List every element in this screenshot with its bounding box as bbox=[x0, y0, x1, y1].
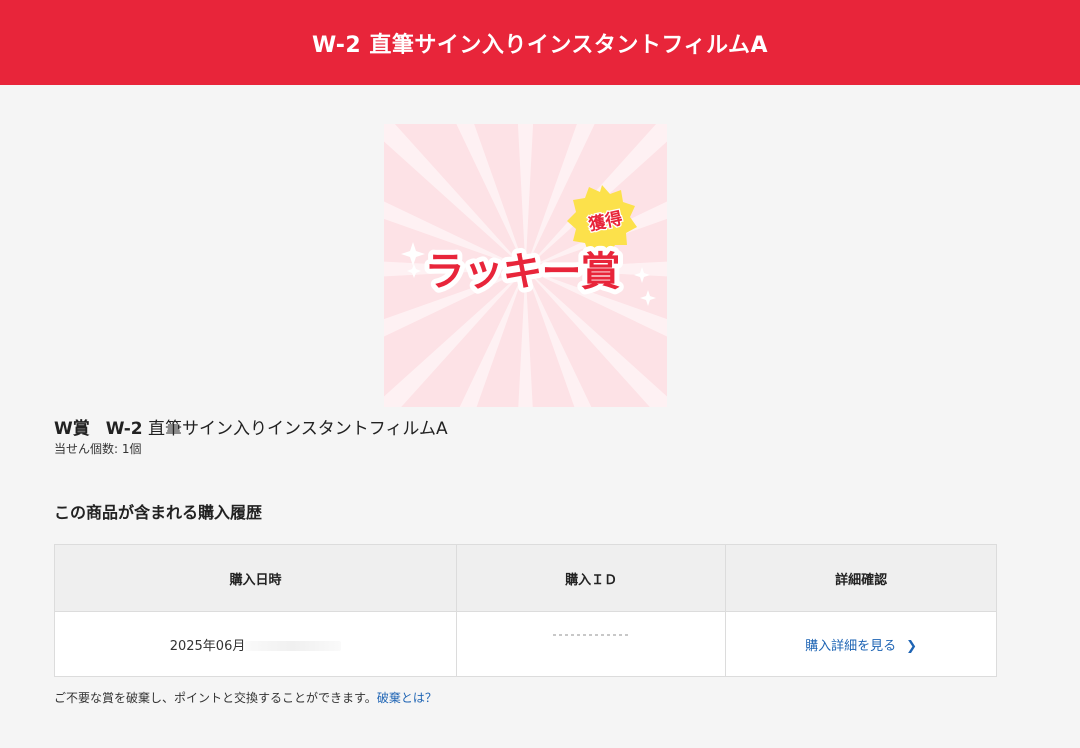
purchase-date: 2025年06月 bbox=[169, 638, 246, 654]
masked-purchase-id bbox=[553, 634, 630, 636]
view-purchase-detail-link[interactable]: 購入詳細を見る ❯ bbox=[805, 639, 917, 654]
table-header-row: 購入日時 購入ＩＤ 詳細確認 bbox=[53, 544, 997, 612]
prize-count: 当せん個数: 1個 bbox=[54, 442, 142, 456]
detail-link-label: 購入詳細を見る bbox=[805, 638, 897, 654]
prize-code: W-2 bbox=[105, 419, 143, 439]
history-heading: この商品が含まれる購入履歴 bbox=[54, 503, 263, 522]
column-header-id: 購入ＩＤ bbox=[456, 544, 727, 612]
history-table: 購入日時 購入ＩＤ 詳細確認 2025年06月 購入詳細を見る ❯ bbox=[53, 544, 997, 677]
purchase-id-cell bbox=[456, 611, 727, 677]
what-is-discard-link[interactable]: 破棄とは？ bbox=[377, 691, 437, 705]
prize-name-text: 直筆サイン入りインスタントフィルムA bbox=[142, 419, 448, 439]
detail-cell: 購入詳細を見る ❯ bbox=[725, 611, 997, 677]
table-row: 2025年06月 購入詳細を見る ❯ bbox=[53, 611, 997, 677]
column-header-detail: 詳細確認 bbox=[725, 544, 997, 612]
column-header-date: 購入日時 bbox=[53, 544, 458, 612]
page-header: W-2 直筆サイン入りインスタントフィルムA bbox=[0, 0, 1080, 85]
prize-rank: W賞 bbox=[54, 419, 90, 439]
prize-info: W賞 W-2 直筆サイン入りインスタントフィルムA 当せん個数: 1個 bbox=[54, 417, 448, 457]
prize-image: 獲得 ラッキー賞 bbox=[384, 124, 667, 407]
purchase-date-cell: 2025年06月 bbox=[53, 611, 458, 677]
discard-note-text: ご不要な賞を破棄し、ポイントと交換することができます。 bbox=[54, 691, 377, 705]
discard-note: ご不要な賞を破棄し、ポイントと交換することができます。破棄とは？ bbox=[54, 689, 437, 706]
page-title: W-2 直筆サイン入りインスタントフィルムA bbox=[311, 32, 769, 58]
chevron-right-icon: ❯ bbox=[906, 638, 918, 654]
lucky-prize-text: ラッキー賞 bbox=[425, 250, 621, 294]
prize-name: W賞 W-2 直筆サイン入りインスタントフィルムA bbox=[54, 417, 448, 441]
masked-text bbox=[245, 641, 342, 651]
